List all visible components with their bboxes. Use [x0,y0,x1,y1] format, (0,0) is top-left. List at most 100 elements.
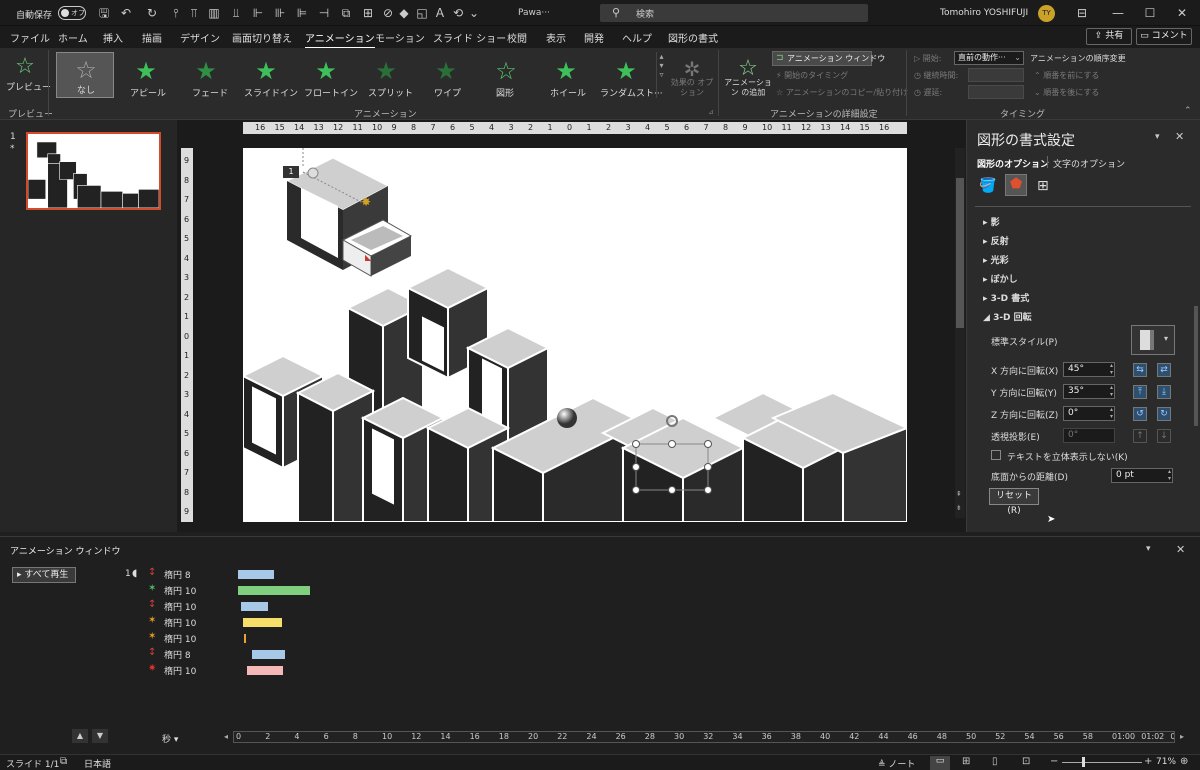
effect-appear[interactable]: ★ アピール [118,52,174,99]
effect-float-in[interactable]: ★ フロートイン [298,52,358,99]
tab-shape-options[interactable]: 図形のオプション [977,157,1049,170]
text-icon[interactable]: Ａ [432,5,448,21]
tab-morph[interactable]: モーション [375,30,425,45]
duration-input[interactable] [968,68,1024,82]
zoom-level[interactable]: 71% [1156,757,1176,767]
animation-list-item[interactable]: ↕ 楕円 8 [0,567,400,581]
align-middle-icon[interactable]: ⊫ [294,5,310,21]
prev-slide-icon[interactable]: ⇞ [956,490,962,498]
seconds-dropdown[interactable]: 秒 ▾ [162,732,178,745]
zoom-out-icon[interactable]: − [1050,756,1058,767]
keep-text-flat-checkbox[interactable] [991,450,1001,460]
close-icon[interactable]: ✕ [1175,130,1184,143]
next-slide-icon[interactable]: ⇟ [956,504,962,512]
close-icon[interactable]: ✕ [1176,543,1185,556]
spinner-icon[interactable]: ▴ ▾ [1110,362,1113,376]
maximize-icon[interactable]: ☐ [1142,5,1158,21]
perspective-up-icon[interactable]: ↑ [1133,429,1147,443]
undo-icon[interactable]: ↶ [118,5,134,21]
section-reflection[interactable]: ▸ 反射 [983,234,1009,247]
avatar[interactable]: TY [1038,5,1055,22]
group-icon[interactable]: ⧉ [338,5,354,21]
ungroup-icon[interactable]: ⊞ [360,5,376,21]
customize-qat-icon[interactable]: ⌄ [466,5,482,21]
move-down-icon[interactable]: ▼ [92,729,108,743]
zoom-slider[interactable] [1062,757,1142,767]
tab-help[interactable]: ヘルプ [622,30,652,45]
effect-fly-in[interactable]: ★ スライドイン [238,52,298,99]
fill-icon[interactable]: ◆ [396,5,412,21]
timeline-right-icon[interactable]: ▸ [1180,732,1184,741]
no-entry-icon[interactable]: ⊘ [380,5,396,21]
preview-button[interactable]: ☆ プレビュー [4,48,51,104]
minimize-icon[interactable]: — [1110,5,1126,21]
align-icon[interactable]: ⫯ [168,5,184,21]
animation-list-item[interactable]: ✶ 楕円 10 [0,615,400,629]
normal-view-icon[interactable]: ▭ [930,756,950,770]
rotate-left-icon[interactable]: ⇆ [1133,363,1147,377]
rotate-right-icon[interactable]: ⇄ [1157,363,1171,377]
timeline-ruler[interactable]: 0 2 4 6 8 10 12 14 16 18 20 22 24 26 28 30 32 34 36 38 40 42 4… [233,731,1175,743]
pane-options-icon[interactable]: ▾ [1155,132,1160,142]
spellcheck-icon[interactable]: ⧉ [60,756,67,767]
timing-bar[interactable] [238,586,310,595]
zoom-slider-thumb[interactable] [1082,757,1085,767]
reading-view-icon[interactable]: ▯ [992,756,998,767]
section-3d-format[interactable]: ▸ 3-D 書式 [983,291,1029,304]
rotate-up-icon[interactable]: ⤒ [1133,385,1147,399]
align-right-icon[interactable]: ⊣ [316,5,332,21]
timing-bar[interactable] [238,570,274,579]
timing-bar[interactable] [247,666,283,675]
perspective-down-icon[interactable]: ↓ [1157,429,1171,443]
distance-input[interactable]: 0 pt ▴ ▾ [1111,468,1173,483]
align-top-icon[interactable]: ⫪ [186,5,202,21]
add-animation-button[interactable]: ☆ アニメーション の追加 [722,50,772,102]
scrollbar-thumb[interactable] [1194,306,1198,426]
share-button[interactable]: ⇪ 共有 [1086,28,1132,45]
launcher-icon[interactable]: ⊿ [708,108,714,116]
close-icon[interactable]: ✕ [1174,5,1190,21]
tab-file[interactable]: ファイル [10,30,50,45]
pane-scrollbar[interactable] [1193,206,1199,526]
timing-bar[interactable] [251,650,285,659]
animation-painter-button[interactable]: ☆ アニメーションのコピー/貼り付け [776,87,908,98]
editor-scrollbar[interactable]: ⇞ ⇟ [955,148,965,518]
slide-sorter-icon[interactable]: ⊞ [962,756,970,767]
start-select[interactable]: 直前の動作··· ⌄ [954,51,1024,65]
align-bottom-icon[interactable]: ⫫ [228,5,244,21]
notes-button[interactable]: ≜ ノート [878,757,915,770]
language[interactable]: 日本語 [84,757,111,770]
animation-list-item[interactable]: ↕ 楕円 8 [0,647,400,661]
animation-tag[interactable]: 1 [283,166,299,178]
move-up-icon[interactable]: ▲ [72,729,88,743]
distribute-icon[interactable]: ▥ [206,5,222,21]
gallery-scroll[interactable]: ▴ ▾ ▿ [656,52,666,98]
pane-options-icon[interactable]: ▾ [1146,544,1151,554]
move-earlier-button[interactable]: ⌃ 順番を前にする [1034,70,1099,81]
section-shadow[interactable]: ▸ 影 [983,215,1000,228]
animation-pane-button[interactable]: ⊐ アニメーション ウィンドウ [772,51,885,66]
x-rotation-input[interactable]: 45° ▴ ▾ [1063,362,1115,377]
effect-options-button[interactable]: ✲ 効果の オプション [668,50,716,100]
slide-thumbnail[interactable] [26,132,161,210]
timeline-left-icon[interactable]: ◂ [224,732,228,741]
tab-slideshow[interactable]: スライド ショー [433,30,506,45]
rotate-ccw-icon[interactable]: ↺ [1133,407,1147,421]
redo-icon[interactable]: ↻ [144,5,160,21]
reset-button[interactable]: リセット(R) [989,488,1039,516]
tab-review[interactable]: 校閲 [507,30,527,45]
effects-tab[interactable]: ⬟ [1005,174,1027,196]
trigger-button[interactable]: ⚡ 開始のタイミング [776,70,848,81]
slideshow-icon[interactable]: ⊡ [1022,756,1030,767]
section-3d-rotation[interactable]: ◢ 3-D 回転 [983,310,1032,323]
z-rotation-input[interactable]: 0° ▴ ▾ [1063,406,1115,421]
ribbon-display-icon[interactable]: ⊟ [1074,5,1090,21]
tab-draw[interactable]: 描画 [142,30,162,45]
effect-random-bars[interactable]: ★ ランダムスト··· [598,52,663,99]
shapes-icon[interactable]: ◱ [414,5,430,21]
align-left-icon[interactable]: ⊩ [250,5,266,21]
move-later-button[interactable]: ⌄ 順番を後にする [1034,87,1099,98]
align-center-icon[interactable]: ⊪ [272,5,288,21]
save-icon[interactable]: 🖫 [96,5,112,21]
scrollbar-thumb[interactable] [956,178,964,328]
